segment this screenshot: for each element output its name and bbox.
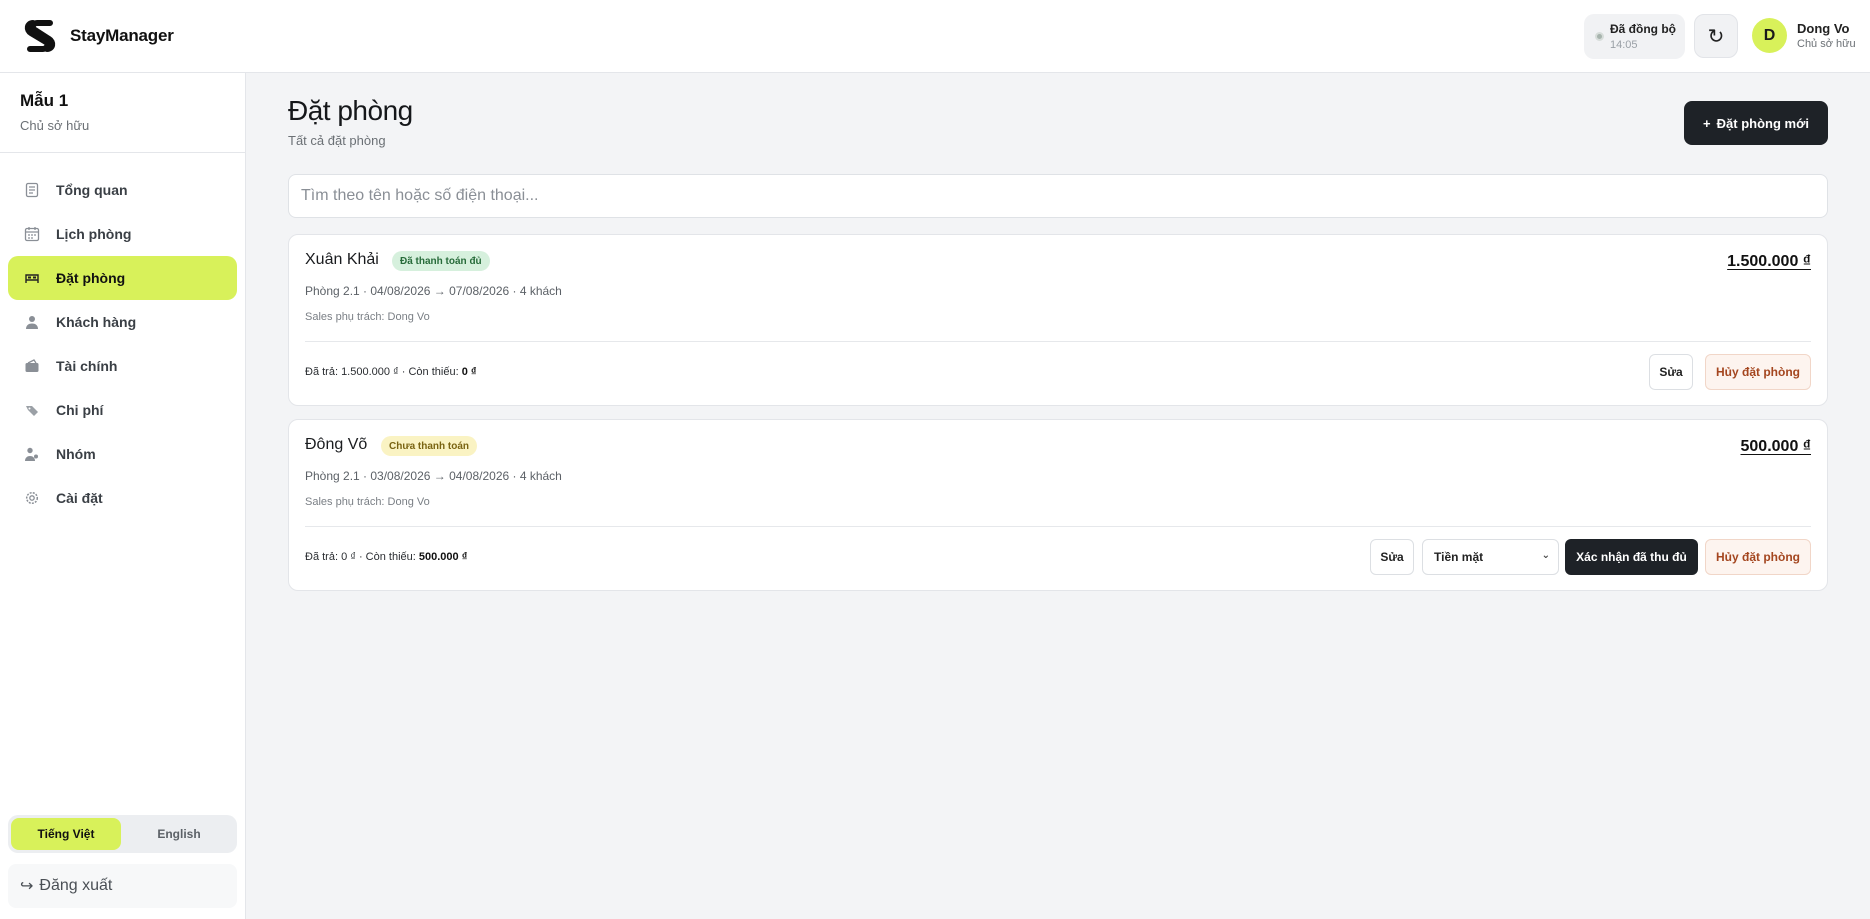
booking-meta: Phòng 2.1 · 04/08/2026 → 07/08/2026 · 4 … — [305, 284, 562, 298]
cancel-booking-button[interactable]: Hủy đặt phòng — [1705, 539, 1811, 575]
payment-summary: Đã trả: 0 ₫ · Còn thiếu: 500.000 ₫ — [305, 551, 467, 563]
language-option-vi[interactable]: Tiếng Việt — [11, 818, 121, 850]
workspace-role: Chủ sở hữu — [20, 118, 90, 133]
logo-icon — [24, 20, 56, 52]
document-icon — [24, 182, 40, 198]
remaining-amount: 500.000 ₫ — [418, 551, 468, 563]
sidebar-item-label: Khách hàng — [56, 314, 137, 330]
sync-label: Đã đồng bộ — [1610, 22, 1676, 36]
confirm-payment-button[interactable]: Xác nhận đã thu đủ — [1565, 539, 1698, 575]
sidebar-item-label: Tổng quan — [56, 182, 128, 198]
team-icon — [24, 446, 40, 462]
sidebar-item-label: Lịch phòng — [56, 226, 132, 242]
main-content: Đặt phòng Tất cả đặt phòng + Đặt phòng m… — [247, 73, 1870, 919]
user-menu[interactable]: D Dong Vo Chủ sở hữu — [1752, 18, 1856, 53]
workspace-header: Mẫu 1 Chủ sở hữu — [0, 73, 245, 153]
payment-label: Đã trả: 1.500.000 ₫ · Còn thiếu: — [305, 366, 462, 378]
status-badge: Đã thanh toán đủ — [392, 251, 490, 271]
bed-icon — [24, 270, 40, 286]
new-booking-button[interactable]: + Đặt phòng mới — [1684, 101, 1828, 145]
tag-icon — [24, 402, 40, 418]
payment-summary: Đã trả: 1.500.000 ₫ · Còn thiếu: 0 ₫ — [305, 366, 477, 378]
guest-name: Đông Võ — [305, 436, 368, 453]
guest-name: Xuân Khải — [305, 251, 379, 268]
wallet-icon — [24, 358, 40, 374]
sidebar-item-calendar[interactable]: Lịch phòng — [8, 212, 237, 256]
sidebar-item-label: Đặt phòng — [56, 270, 126, 286]
sidebar-item-bookings[interactable]: Đặt phòng — [8, 256, 237, 300]
booking-amount[interactable]: 1.500.000 ₫ — [1727, 253, 1811, 271]
booking-amount[interactable]: 500.000 ₫ — [1741, 438, 1812, 456]
edit-button[interactable]: Sửa — [1370, 539, 1414, 575]
payment-method-value: Tiền mặt — [1434, 550, 1484, 564]
sidebar-item-label: Tài chính — [56, 358, 118, 374]
language-switcher: Tiếng Việt English — [8, 815, 237, 853]
sales-owner: Sales phụ trách: Dong Vo — [305, 311, 430, 323]
sync-status: Đã đồng bộ 14:05 — [1584, 14, 1685, 59]
sidebar-item-overview[interactable]: Tổng quan — [8, 168, 237, 212]
booking-card: Đông Võ Chưa thanh toán 500.000 ₫ Phòng … — [288, 419, 1828, 591]
booking-card: Xuân Khải Đã thanh toán đủ 1.500.000 ₫ P… — [288, 234, 1828, 406]
booking-meta: Phòng 2.1 · 03/08/2026 → 04/08/2026 · 4 … — [305, 469, 562, 483]
user-name: Dong Vo — [1797, 21, 1850, 36]
gear-icon — [24, 490, 40, 506]
workspace-name: Mẫu 1 — [20, 91, 69, 110]
user-icon — [24, 314, 40, 330]
top-bar: StayManager Đã đồng bộ 14:05 ↻ D Dong Vo… — [0, 0, 1870, 73]
language-option-en[interactable]: English — [124, 818, 234, 850]
plus-icon: + — [1703, 115, 1711, 131]
logout-label: Đăng xuất — [39, 877, 113, 894]
cancel-booking-button[interactable]: Hủy đặt phòng — [1705, 354, 1811, 390]
status-badge: Chưa thanh toán — [381, 436, 478, 456]
app-name: StayManager — [70, 26, 174, 45]
page-title: Đặt phòng — [288, 95, 413, 126]
sidebar-nav: Tổng quan Lịch phòng Đặt phòng Khách hàn… — [8, 168, 237, 520]
edit-button[interactable]: Sửa — [1649, 354, 1693, 390]
payment-label: Đã trả: 0 ₫ · Còn thiếu: — [305, 551, 419, 563]
divider — [305, 341, 1811, 342]
divider — [305, 526, 1811, 527]
payment-method-select[interactable]: Tiền mặt ⌄ — [1422, 539, 1559, 575]
refresh-button[interactable]: ↻ — [1694, 14, 1738, 58]
remaining-amount: 0 ₫ — [461, 366, 477, 378]
page-subtitle: Tất cả đặt phòng — [288, 133, 386, 148]
refresh-icon: ↻ — [1707, 25, 1725, 48]
sidebar-item-label: Nhóm — [56, 446, 96, 462]
logout-button[interactable]: ↪ Đăng xuất — [8, 864, 237, 908]
calendar-icon — [24, 226, 40, 242]
new-booking-label: Đặt phòng mới — [1716, 115, 1809, 131]
logout-icon: ↪ — [20, 878, 34, 895]
sync-time: 14:05 — [1610, 39, 1638, 51]
sidebar: Mẫu 1 Chủ sở hữu Tổng quan Lịch phòng Đặ… — [0, 73, 246, 919]
sidebar-item-expenses[interactable]: Chi phí — [8, 388, 237, 432]
user-role: Chủ sở hữu — [1797, 38, 1856, 50]
avatar: D — [1752, 18, 1787, 53]
brand[interactable]: StayManager — [24, 20, 174, 52]
search-input[interactable] — [288, 174, 1828, 218]
chevron-down-icon: ⌄ — [1541, 550, 1550, 561]
sidebar-item-customers[interactable]: Khách hàng — [8, 300, 237, 344]
sync-dot-icon — [1595, 32, 1604, 41]
sidebar-item-label: Cài đặt — [56, 490, 103, 506]
sales-owner: Sales phụ trách: Dong Vo — [305, 496, 430, 508]
sidebar-item-finance[interactable]: Tài chính — [8, 344, 237, 388]
sidebar-item-label: Chi phí — [56, 402, 104, 418]
sidebar-item-settings[interactable]: Cài đặt — [8, 476, 237, 520]
sidebar-item-team[interactable]: Nhóm — [8, 432, 237, 476]
